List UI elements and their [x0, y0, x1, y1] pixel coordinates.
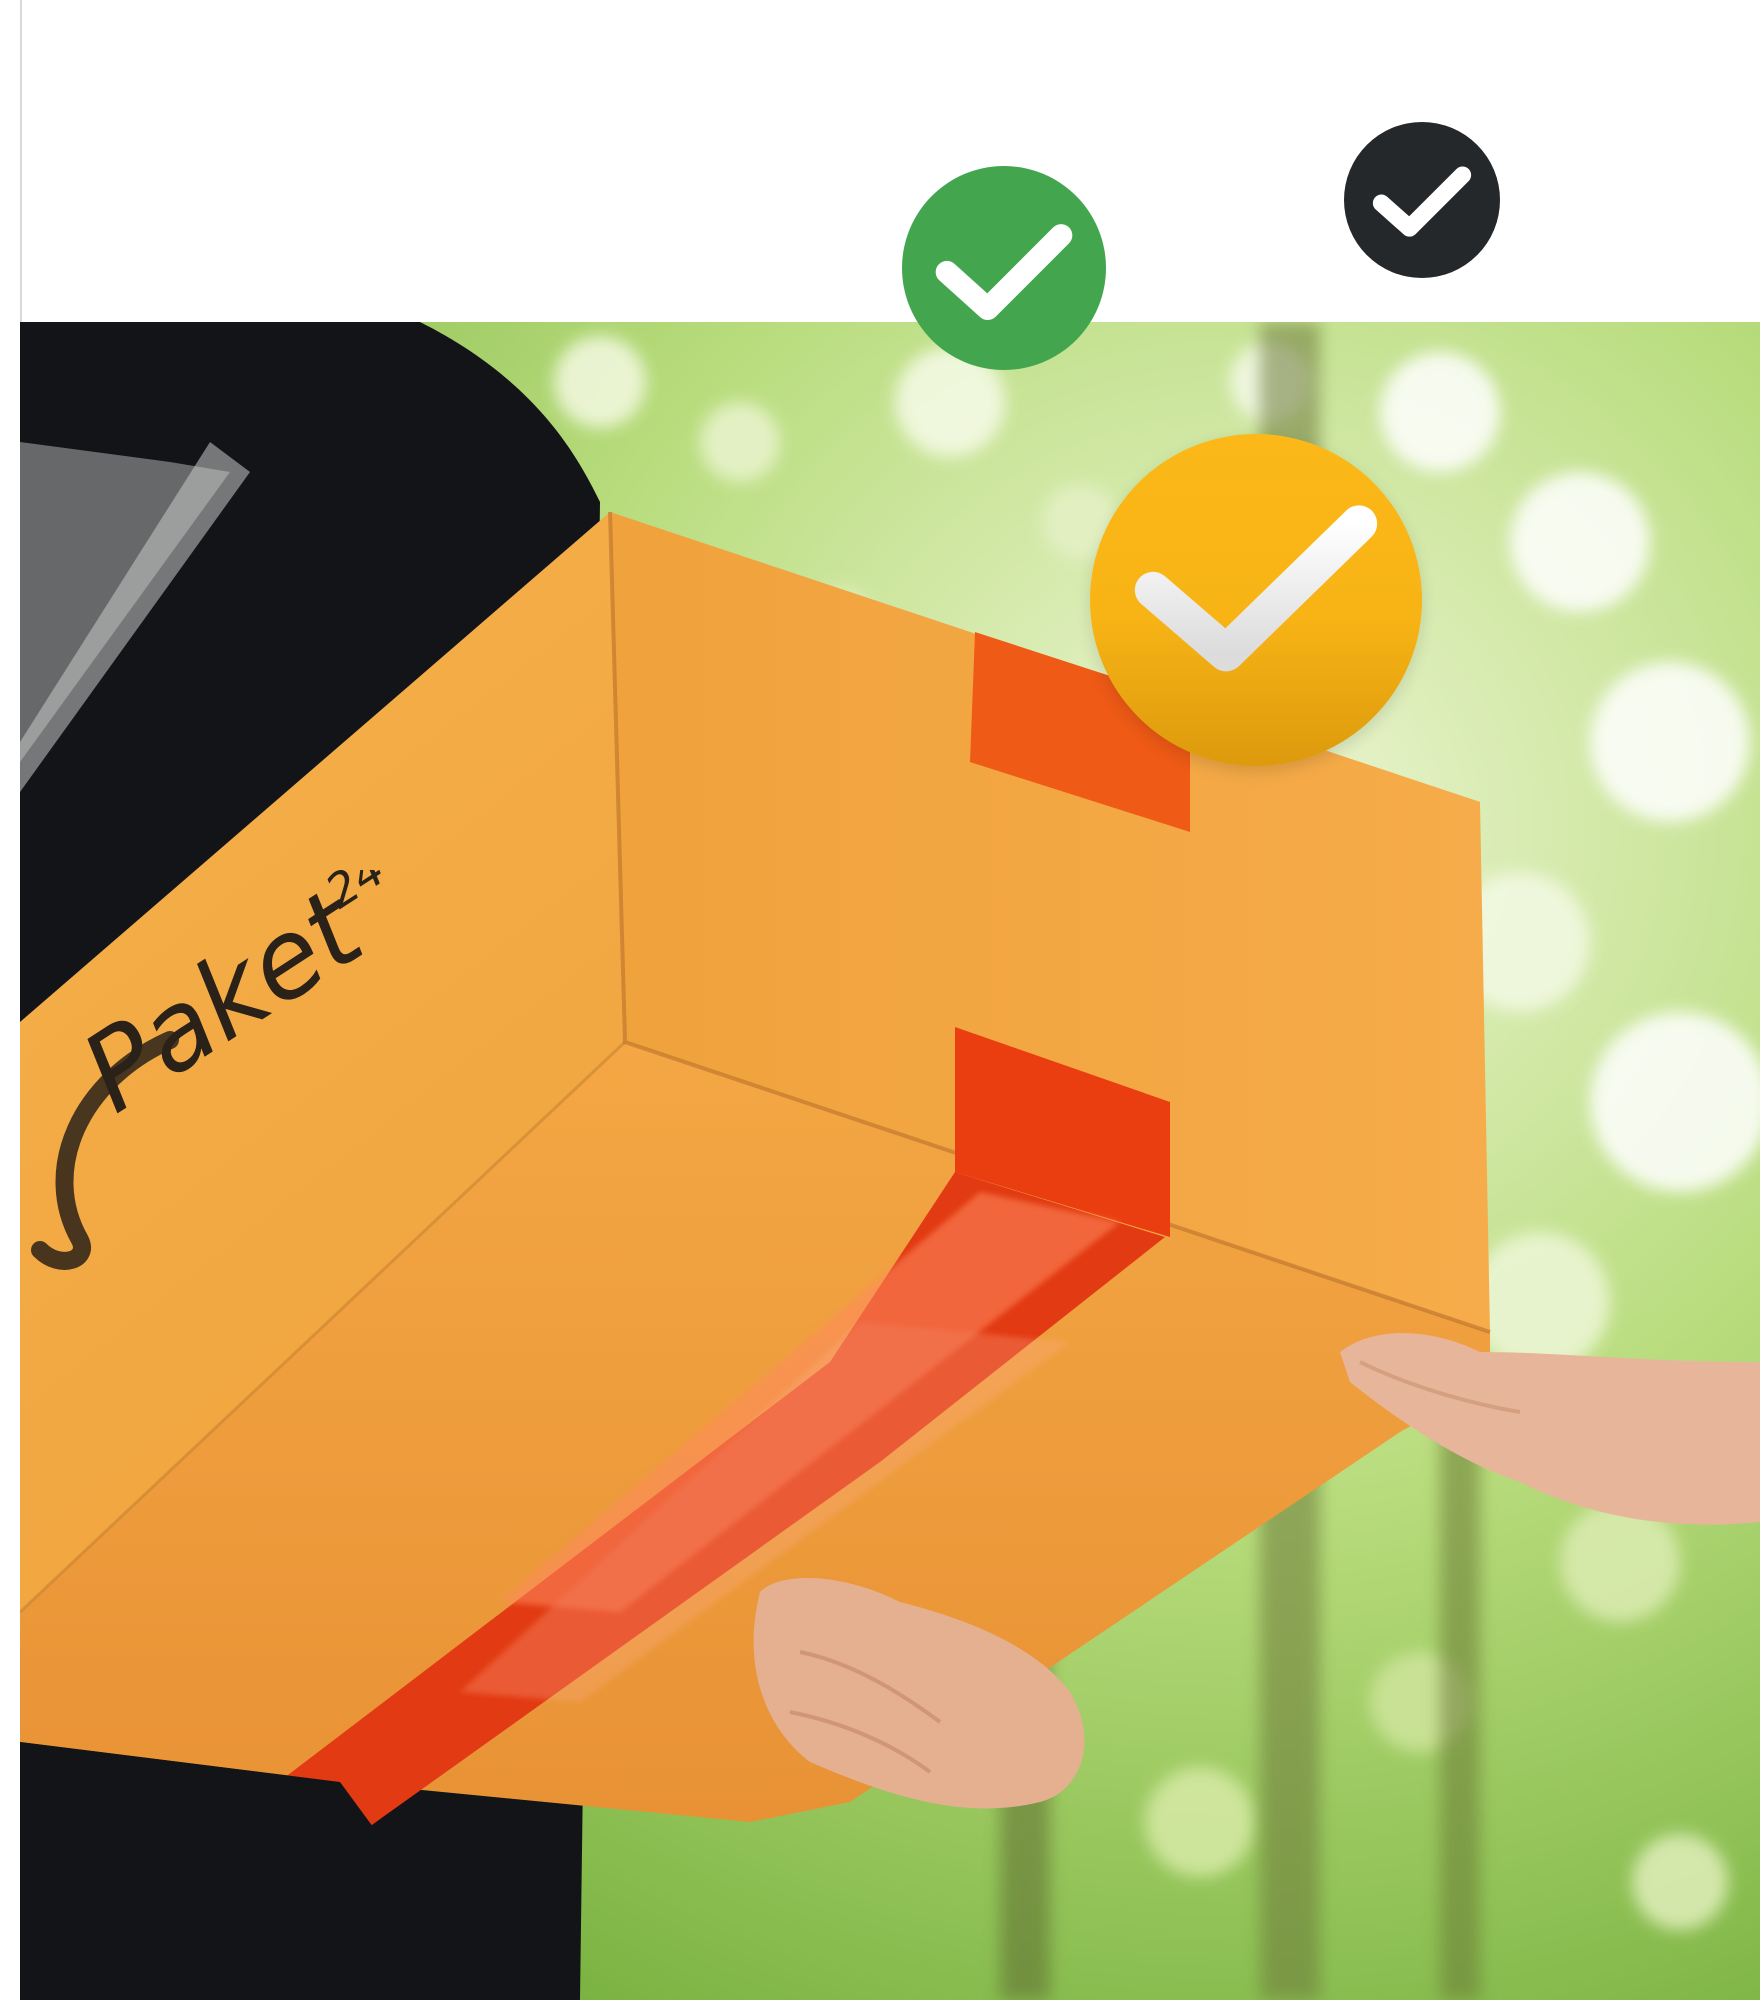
- checkmark-icon: [1134, 505, 1378, 672]
- checkmark-icon: [1372, 166, 1472, 237]
- checkmark-icon: [935, 224, 1073, 321]
- yellow-check-badge: [1090, 434, 1422, 766]
- delivery-photo: [20, 322, 1760, 2000]
- delivery-scene: [20, 322, 1760, 2000]
- dark-check-badge: [1344, 122, 1500, 278]
- green-check-badge: [902, 166, 1106, 370]
